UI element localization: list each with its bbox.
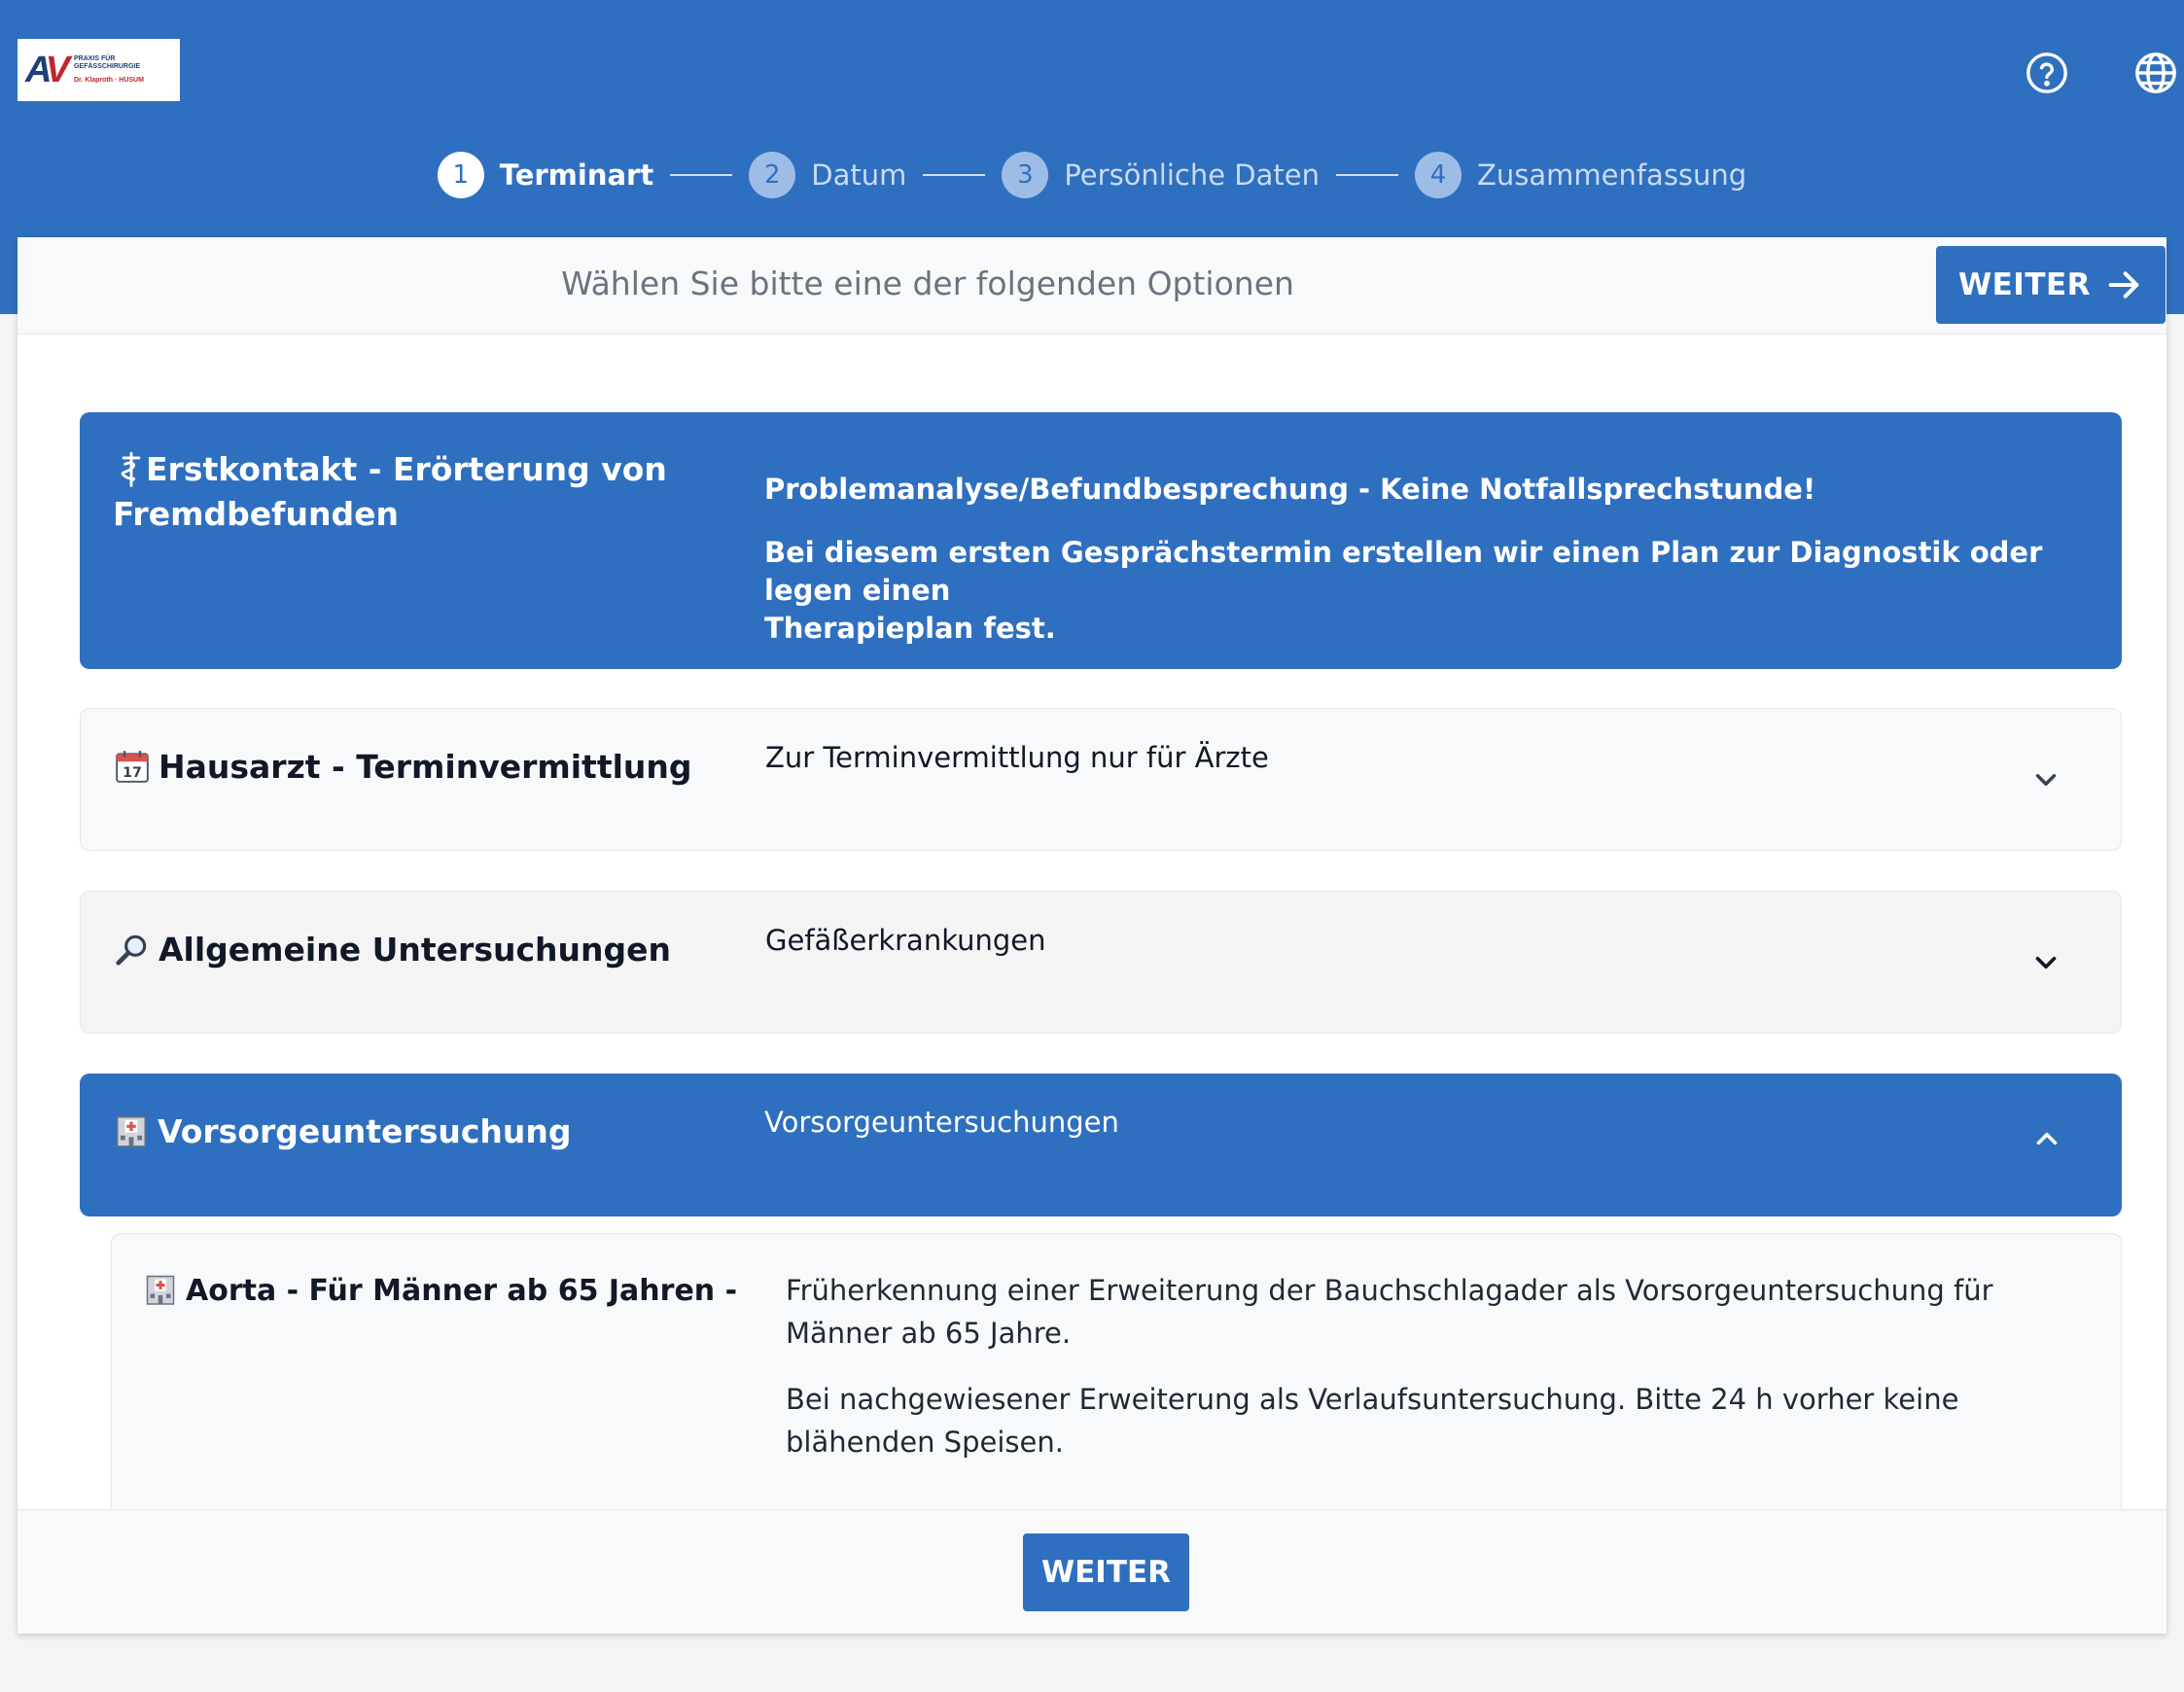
step-persoenliche-daten[interactable]: 3 Persönliche Daten xyxy=(1002,152,1320,198)
sub-option-aorta[interactable]: Aorta - Für Männer ab 65 Jahren - Früher… xyxy=(111,1233,2122,1554)
logo-mark: AV xyxy=(25,49,70,90)
next-button-top[interactable]: WEITER xyxy=(1936,246,2166,324)
calendar-icon: 17 xyxy=(114,748,151,785)
sub-option-title: Aorta - Für Männer ab 65 Jahren - xyxy=(143,1271,737,1312)
option-title-text: Allgemeine Untersuchungen xyxy=(159,931,672,969)
step-connector xyxy=(1336,174,1398,176)
chevron-down-icon[interactable] xyxy=(2029,946,2062,979)
logo-text: PRAXIS FÜR GEFÄSSCHIRURGIE Dr. Klaproth … xyxy=(74,55,144,85)
magnifier-icon xyxy=(114,931,151,968)
next-button-label: WEITER xyxy=(1040,1555,1172,1590)
option-erstkontakt[interactable]: Erstkontakt - Erörterung von Fremdbefund… xyxy=(80,412,2122,669)
help-icon[interactable] xyxy=(2025,51,2069,95)
sub-option-description: Früherkennung einer Erweiterung der Bauc… xyxy=(786,1269,2089,1487)
option-desc-line1: Problemanalyse/Befundbesprechung - Keine… xyxy=(764,473,1816,506)
chevron-down-icon[interactable] xyxy=(2029,763,2062,796)
arrow-right-icon xyxy=(2108,271,2139,299)
caduceus-icon xyxy=(113,450,141,487)
card-header: Wählen Sie bitte eine der folgenden Opti… xyxy=(18,237,2166,335)
card-footer: WEITER xyxy=(18,1509,2166,1634)
option-title: 17 Hausarzt - Terminvermittlung xyxy=(114,745,692,790)
option-title: Allgemeine Untersuchungen xyxy=(114,928,671,972)
step-label: Zusammenfassung xyxy=(1477,159,1747,192)
option-title-line1: Erstkontakt - Erörterung von xyxy=(146,450,667,488)
sub-option-desc-p1: Früherkennung einer Erweiterung der Bauc… xyxy=(786,1274,1993,1350)
step-number: 1 xyxy=(437,152,484,198)
step-number: 4 xyxy=(1415,152,1462,198)
step-label: Persönliche Daten xyxy=(1064,159,1320,192)
logo-line-3: Dr. Klaproth · HUSUM xyxy=(73,77,144,84)
next-button-bottom[interactable]: WEITER xyxy=(1023,1533,1189,1611)
practice-logo[interactable]: AV PRAXIS FÜR GEFÄSSCHIRURGIE Dr. Klapro… xyxy=(18,39,180,101)
option-title: Vorsorgeuntersuchung xyxy=(113,1110,572,1154)
option-hausarzt[interactable]: 17 Hausarzt - Terminvermittlung Zur Term… xyxy=(80,708,2122,851)
step-connector xyxy=(923,174,986,176)
option-desc-line2: Bei diesem ersten Gesprächstermin erstel… xyxy=(764,536,2043,607)
option-description: Problemanalyse/Befundbesprechung - Keine… xyxy=(764,471,2067,648)
option-desc-line3: Therapieplan fest. xyxy=(764,612,1056,645)
option-description: Vorsorgeuntersuchungen xyxy=(764,1106,1119,1139)
sub-option-title-text: Aorta - Für Männer ab 65 Jahren - xyxy=(186,1274,738,1308)
next-button-label: WEITER xyxy=(1957,267,2092,302)
step-number: 3 xyxy=(1002,152,1049,198)
option-allgemeine-untersuchungen[interactable]: Allgemeine Untersuchungen Gefäßerkrankun… xyxy=(80,891,2122,1034)
booking-stepper: 1 Terminart 2 Datum 3 Persönliche Daten … xyxy=(0,150,2184,200)
appointment-type-card: Wählen Sie bitte eine der folgenden Opti… xyxy=(18,237,2166,1634)
logo-line-1: PRAXIS FÜR xyxy=(73,55,116,62)
option-vorsorgeuntersuchung[interactable]: Vorsorgeuntersuchung Vorsorgeuntersuchun… xyxy=(80,1074,2122,1216)
step-label: Terminart xyxy=(499,159,654,192)
option-title: Erstkontakt - Erörterung von Fremdbefund… xyxy=(113,447,667,537)
option-description: Gefäßerkrankungen xyxy=(765,924,1046,957)
instruction-text: Wählen Sie bitte eine der folgenden Opti… xyxy=(561,264,1294,302)
option-description: Zur Terminvermittlung nur für Ärzte xyxy=(765,741,1269,774)
step-zusammenfassung[interactable]: 4 Zusammenfassung xyxy=(1415,152,1746,198)
svg-text:17: 17 xyxy=(123,765,142,781)
option-title-line2: Fremdbefunden xyxy=(113,495,399,533)
chevron-up-icon[interactable] xyxy=(2030,1122,2063,1155)
step-label: Datum xyxy=(811,159,907,192)
step-terminart[interactable]: 1 Terminart xyxy=(437,152,654,198)
logo-line-2: GEFÄSSCHIRURGIE xyxy=(73,63,141,70)
globe-icon[interactable] xyxy=(2133,51,2178,95)
hospital-icon xyxy=(143,1272,178,1307)
hospital-icon xyxy=(113,1112,150,1149)
step-number: 2 xyxy=(749,152,796,198)
sub-option-desc-p2: Bei nachgewiesener Erweiterung als Verla… xyxy=(786,1383,1959,1459)
option-title-text: Hausarzt - Terminvermittlung xyxy=(159,748,692,786)
step-datum[interactable]: 2 Datum xyxy=(749,152,906,198)
option-title-text: Vorsorgeuntersuchung xyxy=(158,1112,572,1150)
step-connector xyxy=(670,174,733,176)
